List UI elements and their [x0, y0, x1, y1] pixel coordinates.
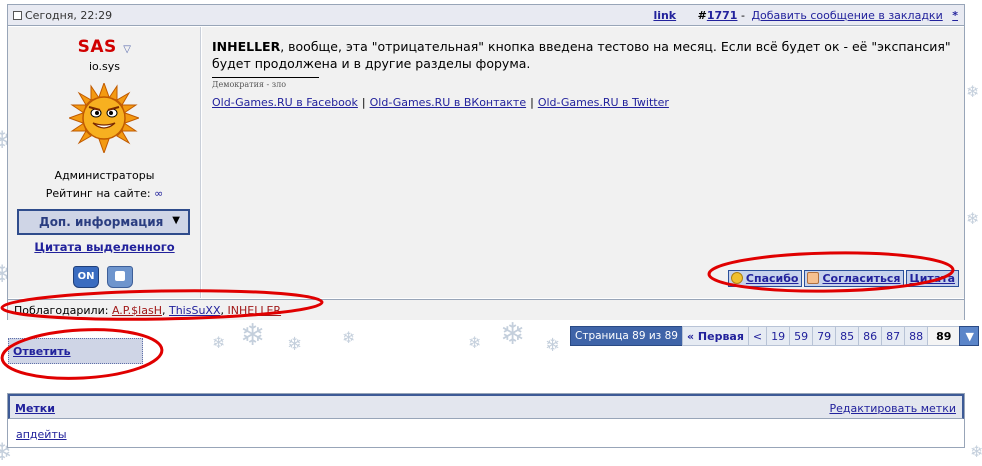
private-message-icon[interactable]	[107, 266, 133, 288]
first-page-link[interactable]: « Первая	[681, 326, 749, 346]
star-link[interactable]: *	[952, 9, 958, 22]
post-actions: Спасибо Согласиться Цитата	[726, 270, 959, 288]
tag-link[interactable]: апдейты	[16, 428, 67, 441]
smile-icon	[730, 272, 743, 284]
snowflake-icon: ❄	[212, 333, 226, 352]
page-link[interactable]: 88	[904, 326, 929, 346]
user-menu-chevron-icon[interactable]: ▽	[123, 44, 131, 55]
quote-selection: Цитата выделенного	[8, 240, 201, 254]
snowflake-icon: ❄	[287, 334, 303, 355]
more-info-label: Доп. информация	[39, 215, 164, 229]
forum-post: Сегодня, 22:29 link #1771 - Добавить соо…	[7, 4, 965, 320]
snowflake-icon: ❄	[468, 333, 482, 352]
snowflake-icon: ❄	[545, 335, 561, 356]
page-link[interactable]: 79	[812, 326, 837, 346]
thanked-user-link[interactable]: ThisSuXX	[169, 304, 221, 317]
thanked-by-row: Поблагодарили: A.P.$lasH, ThisSuXX, INHE…	[8, 299, 964, 320]
thanked-by: Поблагодарили: A.P.$lasH, ThisSuXX, INHE…	[14, 304, 281, 317]
add-bookmark-link[interactable]: Добавить сообщение в закладки	[751, 9, 942, 22]
post-link[interactable]: link	[653, 9, 676, 22]
separator: |	[530, 96, 534, 109]
facebook-link[interactable]: Old-Games.RU в Facebook	[212, 96, 358, 109]
thanked-user-link[interactable]: INHELLER	[228, 304, 282, 317]
vkontakte-link[interactable]: Old-Games.RU в ВКонтакте	[370, 96, 526, 109]
page-menu-chevron-down-icon[interactable]: ▼	[959, 326, 980, 346]
thanked-by-label: Поблагодарили:	[14, 304, 109, 317]
signature-text: Демократия - зло	[212, 80, 287, 89]
more-info-button[interactable]: Доп. информация ▼	[17, 209, 190, 235]
snowflake-icon: ❄	[966, 209, 980, 228]
thanks-label: Спасибо	[745, 272, 799, 285]
snowflake-icon: ❄	[240, 318, 266, 353]
user-rating: Рейтинг на сайте: ∞	[8, 187, 201, 200]
page-link[interactable]: 85	[835, 326, 860, 346]
post-date: Сегодня, 22:29	[13, 9, 112, 22]
post-date-text: Сегодня, 22:29	[25, 9, 113, 22]
separator: |	[361, 96, 366, 109]
separator: ,	[220, 304, 225, 317]
agree-label: Согласиться	[822, 272, 901, 285]
twitter-link[interactable]: Old-Games.RU в Twitter	[538, 96, 669, 109]
page-link[interactable]: 86	[858, 326, 883, 346]
post-header: Сегодня, 22:29 link #1771 - Добавить соо…	[8, 5, 964, 26]
quote-label: Цитата	[909, 272, 955, 285]
page-link[interactable]: 87	[881, 326, 906, 346]
message-body: INHELLER, вообще, эта "отрицательная" кн…	[212, 38, 952, 72]
edit-tags-link[interactable]: Редактировать метки	[829, 402, 956, 415]
reply-label: Ответить	[13, 345, 71, 358]
reply-button[interactable]: Ответить	[8, 338, 143, 364]
user-role: Администраторы	[54, 169, 155, 182]
post-number-link[interactable]: 1771	[707, 9, 738, 22]
snowflake-icon: ❄	[970, 442, 982, 461]
message-author-mention: INHELLER	[212, 39, 281, 54]
username-link[interactable]: SAS	[78, 37, 117, 57]
separator: -	[740, 9, 745, 22]
online-status-icon: ON	[73, 266, 99, 288]
snowflake-icon: ❄	[500, 317, 526, 352]
thanks-button[interactable]: Спасибо	[727, 270, 803, 287]
separator: ,	[161, 304, 166, 317]
tags-list: апдейты	[16, 428, 67, 441]
tags-box: Метки Редактировать метки апдейты	[7, 393, 965, 448]
quote-selection-link[interactable]: Цитата выделенного	[34, 240, 174, 254]
signature-divider	[212, 77, 319, 78]
agree-button[interactable]: Согласиться	[804, 270, 905, 287]
snowflake-icon: ❄	[342, 328, 356, 347]
current-page: 89	[927, 326, 961, 346]
arrow-down-icon: ▼	[172, 215, 180, 226]
rating-label: Рейтинг на сайте:	[45, 187, 151, 200]
tags-title-link[interactable]: Метки	[15, 402, 55, 415]
thanked-user-link[interactable]: A.P.$lasH	[112, 304, 162, 317]
page-count-label: Страница 89 из 89	[570, 326, 683, 346]
rating-value: ∞	[154, 187, 164, 200]
avatar	[67, 81, 141, 156]
message-panel: INHELLER, вообще, эта "отрицательная" кн…	[202, 27, 964, 298]
tags-header: Метки Редактировать метки	[8, 394, 964, 419]
user-title: io.sys	[88, 60, 121, 73]
page-link[interactable]: 59	[789, 326, 814, 346]
snowflake-icon: ❄	[966, 82, 980, 101]
user-info-panel: SAS ▽ io.sys Администраторы Рейтинг на с…	[8, 27, 201, 298]
prev-page-link[interactable]: <	[747, 326, 768, 346]
message-text: , вообще, эта "отрицательная" кнопка вве…	[212, 39, 951, 71]
post-hash: #	[697, 9, 707, 22]
sun-avatar-icon	[67, 81, 141, 155]
post-header-links: link #1771 - Добавить сообщение в заклад…	[653, 9, 958, 22]
page-link[interactable]: 19	[766, 326, 791, 346]
signature-links: Old-Games.RU в Facebook | Old-Games.RU в В…	[212, 96, 669, 109]
pagination: Страница 89 из 89 « Первая <19 59 79 85 86 87 88…	[570, 326, 980, 346]
quote-button[interactable]: Цитата	[906, 270, 959, 287]
post-select-checkbox[interactable]	[13, 11, 22, 20]
thumbs-up-icon	[807, 272, 820, 284]
username: SAS ▽	[8, 37, 201, 57]
